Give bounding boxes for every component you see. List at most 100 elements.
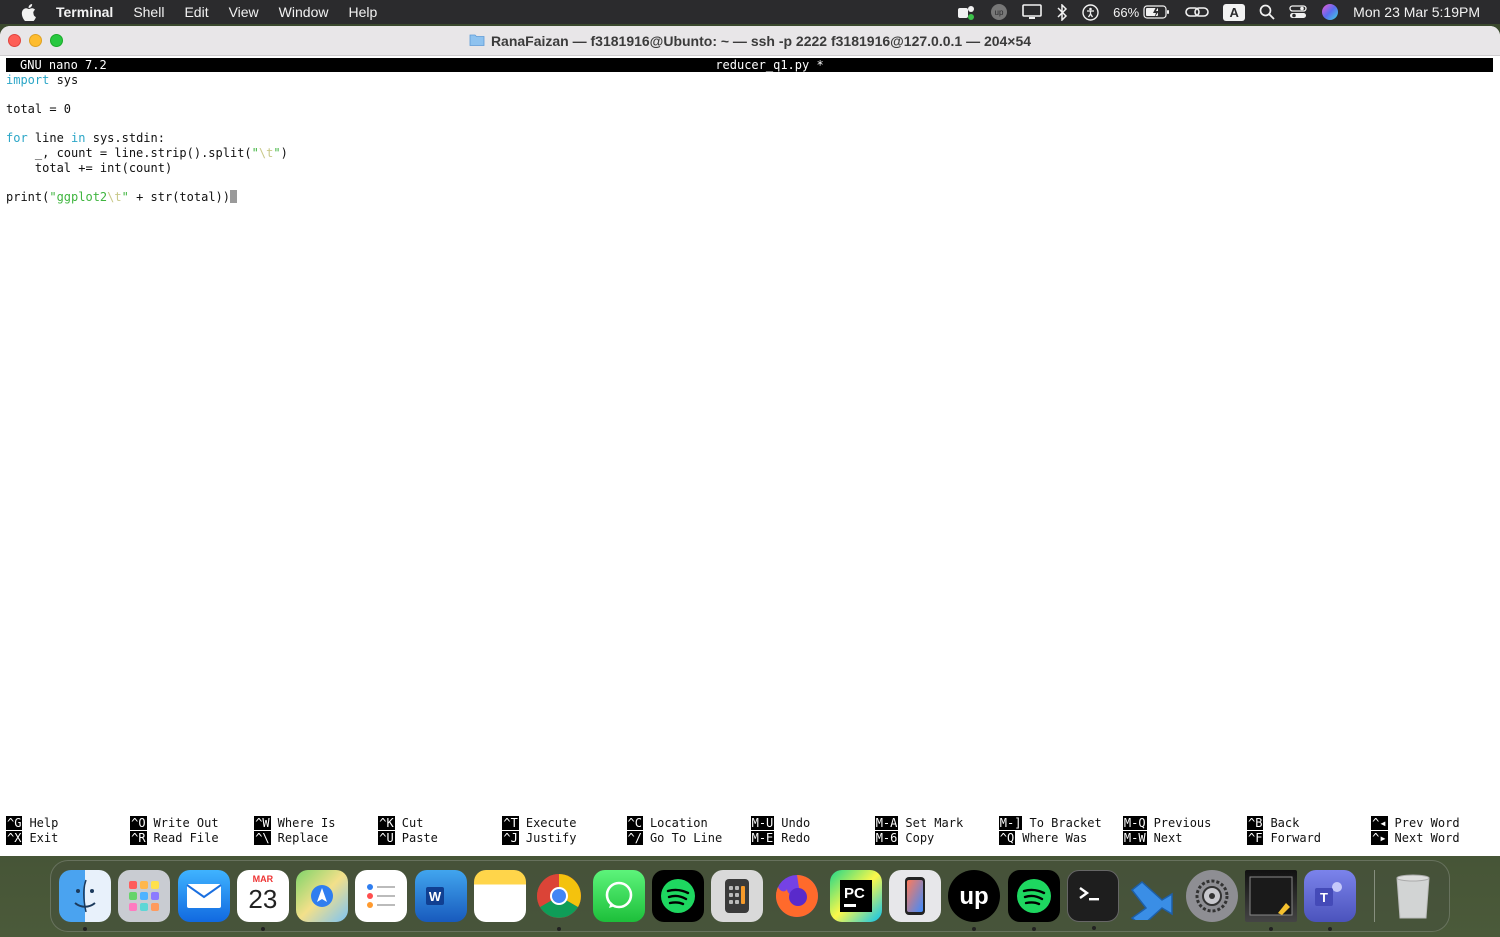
firefox-icon[interactable]	[771, 870, 823, 922]
code-escape: \t	[107, 189, 122, 204]
battery-icon[interactable]	[1143, 0, 1171, 24]
upwork-icon[interactable]: up	[948, 870, 1001, 931]
pycharm-icon[interactable]: PC	[829, 870, 882, 922]
window-titlebar[interactable]: RanaFaizan — f3181916@Ubunto: ~ — ssh -p…	[0, 26, 1500, 56]
chrome-icon[interactable]	[533, 870, 585, 931]
maps-icon[interactable]	[296, 870, 349, 922]
running-indicator	[1268, 927, 1273, 931]
code-string: "	[273, 145, 281, 160]
menu-window[interactable]: Window	[269, 0, 339, 24]
running-indicator	[972, 927, 977, 931]
shortcut-label: Help	[29, 816, 59, 830]
minimize-button[interactable]	[29, 34, 42, 47]
code-keyword: in	[71, 131, 86, 146]
shortcut-label: To Bracket	[1029, 816, 1102, 830]
code-string: "ggplot2	[49, 189, 108, 204]
shortcut-label: Previous	[1153, 816, 1212, 830]
calculator-icon[interactable]	[711, 870, 764, 922]
status-area: up 66% A Mon 23 Mar 5:19PM	[942, 0, 1500, 24]
shortcut-label: Go To Line	[649, 830, 723, 845]
shortcut-key: M-E	[750, 830, 775, 845]
spotify-icon[interactable]	[651, 870, 704, 922]
whatsapp-icon[interactable]	[592, 870, 645, 922]
folder-icon	[469, 33, 485, 49]
terminal-window: RanaFaizan — f3181916@Ubunto: ~ — ssh -p…	[0, 26, 1500, 856]
shortcut-execute: ^T Execute	[502, 816, 576, 831]
shortcut-key: ^▸	[1371, 830, 1388, 845]
shortcut-next: M-W Next	[1122, 830, 1182, 846]
shortcut-help: ^G Help	[6, 816, 58, 831]
shortcut-label: Paste	[401, 830, 438, 845]
shortcut-label: Copy	[905, 830, 935, 845]
input-source-icon[interactable]: A	[1223, 0, 1246, 24]
menu-clock[interactable]: Mon 23 Mar 5:19PM	[1353, 0, 1480, 24]
shortcut-where-was: ^Q Where Was	[998, 830, 1087, 846]
code-string: "	[251, 145, 259, 160]
code-keyword: for	[6, 131, 28, 146]
close-button[interactable]	[8, 34, 21, 47]
mail-icon[interactable]	[177, 870, 230, 922]
shortcut-replace: ^\ Replace	[254, 830, 329, 846]
finder-icon[interactable]	[59, 870, 111, 931]
trash-icon[interactable]	[1387, 870, 1439, 922]
shortcut-label: Write Out	[153, 816, 219, 830]
menu-edit[interactable]: Edit	[174, 0, 218, 24]
shortcut-key: ^\	[254, 830, 271, 845]
shortcut-label: Undo	[781, 816, 811, 830]
shortcut-label: Replace	[277, 830, 329, 845]
shortcut-justify: ^J Justify	[502, 830, 577, 846]
shortcut-key: ^◂	[1371, 816, 1388, 830]
link-icon[interactable]	[1185, 0, 1209, 24]
terminal-content[interactable]: GNU nano 7.2 reducer_q1.py * import sys …	[0, 56, 1500, 856]
menu-terminal[interactable]: Terminal	[56, 0, 123, 24]
reminders-icon[interactable]	[355, 870, 408, 922]
menu-help[interactable]: Help	[338, 0, 387, 24]
terminal-icon[interactable]	[1067, 870, 1120, 930]
shortcut-row-2: ^X Exit ^R Read File ^\ Replace ^U Paste ^J Justi…	[6, 830, 1494, 846]
shortcut-label: Back	[1270, 816, 1300, 830]
teams-status-icon[interactable]	[956, 0, 976, 24]
svg-text:up: up	[995, 8, 1004, 17]
shortcut-key: ^T	[502, 816, 519, 830]
shortcut-key: ^J	[502, 830, 519, 845]
window-title: RanaFaizan — f3181916@Ubunto: ~ — ssh -p…	[490, 32, 1032, 49]
spotify-icon[interactable]	[1007, 870, 1060, 931]
running-indicator	[557, 927, 562, 931]
siri-icon[interactable]	[1321, 0, 1339, 24]
iphone-mirroring-icon[interactable]	[889, 870, 942, 922]
control-center-icon[interactable]	[1289, 0, 1307, 24]
code-line: total += int(count)	[6, 160, 173, 175]
shortcut-key: ^U	[378, 830, 395, 845]
svg-text:PC: PC	[844, 885, 865, 902]
teams-icon[interactable]: T	[1304, 870, 1357, 931]
vscode-icon[interactable]	[1126, 870, 1178, 922]
launchpad-icon[interactable]	[118, 870, 171, 922]
shortcut-location: ^C Location	[626, 816, 708, 831]
bluetooth-icon[interactable]	[1056, 0, 1068, 24]
upwork-status-icon[interactable]: up	[990, 0, 1008, 24]
shortcut-key: M-U	[750, 816, 775, 830]
menu-view[interactable]: View	[219, 0, 269, 24]
shortcut-label: Justify	[525, 830, 577, 845]
spotlight-search-icon[interactable]	[1259, 0, 1275, 24]
shortcut-key: M-6	[874, 830, 899, 845]
shortcut-next-word: ^▸ Next Word	[1371, 830, 1460, 846]
code-string: "	[121, 189, 129, 204]
traffic-lights	[8, 34, 71, 47]
apple-menu-icon[interactable]	[0, 3, 56, 21]
shortcut-to-bracket: M-] To Bracket	[998, 816, 1102, 831]
menu-shell[interactable]: Shell	[123, 0, 174, 24]
system-settings-icon[interactable]	[1185, 870, 1238, 922]
preview-icon[interactable]	[1244, 870, 1297, 931]
word-icon[interactable]: W	[414, 870, 467, 922]
shortcut-label: Set Mark	[905, 816, 964, 830]
zoom-button[interactable]	[50, 34, 63, 47]
shortcut-key: M-A	[874, 816, 899, 830]
calendar-icon[interactable]: MAR 23	[236, 870, 289, 931]
notes-icon[interactable]	[474, 870, 527, 922]
shortcut-key: ^R	[130, 830, 147, 845]
accessibility-icon[interactable]	[1082, 0, 1099, 24]
display-icon[interactable]	[1022, 0, 1042, 24]
code-editor[interactable]: import sys total = 0 for line in sys.std…	[6, 73, 288, 204]
